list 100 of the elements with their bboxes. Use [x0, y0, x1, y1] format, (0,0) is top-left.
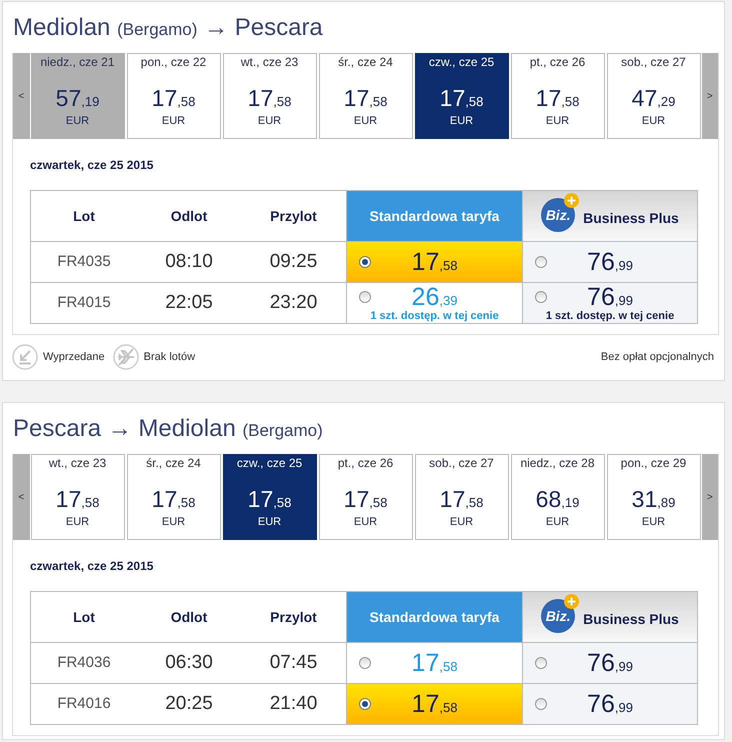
flight-number: FR4016	[57, 694, 111, 714]
legend-label: Wyprzedane	[43, 350, 105, 364]
currency-label: EUR	[354, 515, 378, 529]
currency-label: EUR	[354, 114, 378, 128]
column-header: Przylot	[270, 206, 317, 226]
radio-button[interactable]	[359, 698, 371, 710]
radio-button[interactable]	[535, 657, 547, 669]
departure-time: 22:05	[165, 290, 213, 315]
day-label: wt., cze 23	[240, 54, 298, 70]
fee-note: Bez opłat opcjonalnych	[600, 350, 714, 364]
day-price: 17,58	[344, 85, 388, 111]
day-label: czw., cze 25	[236, 455, 302, 471]
currency-label: EUR	[546, 114, 570, 128]
day-price: 68,19	[536, 486, 580, 512]
day-price: 17,58	[248, 486, 292, 512]
arrival-time: 07:45	[270, 650, 318, 675]
departure-time: 06:30	[165, 650, 213, 675]
column-header: Odlot	[170, 608, 208, 626]
date-tile[interactable]: wt., cze 23 17,58 EUR	[30, 454, 124, 540]
crossed-plane-icon	[112, 344, 139, 370]
departure-time: 20:25	[165, 692, 213, 716]
day-price: 17,58	[536, 85, 580, 111]
fare-class-label: Business Plus	[583, 208, 679, 228]
radio-button[interactable]	[359, 256, 371, 268]
previous-dates-button[interactable]: <	[13, 454, 30, 540]
fare-price: 17,58	[412, 249, 458, 275]
currency-label: EUR	[162, 515, 186, 529]
previous-dates-button[interactable]: <	[13, 53, 30, 139]
currency-label: EUR	[642, 114, 666, 128]
fare-option[interactable]: 76,99	[522, 241, 697, 282]
day-price: 17,58	[248, 85, 292, 111]
legend-label: Brak lotów	[144, 350, 196, 364]
fare-option[interactable]: 17,58	[346, 683, 522, 724]
day-label: niedz., cze 21	[40, 54, 115, 70]
business-fare-header[interactable]: Biz. Business Plus	[522, 191, 697, 241]
date-tile[interactable]: pon., cze 29 31,89 EUR	[606, 454, 700, 540]
day-label: sob., cze 27	[621, 54, 686, 70]
day-price: 17,58	[152, 486, 196, 512]
currency-label: EUR	[258, 114, 282, 128]
radio-button[interactable]	[535, 290, 547, 302]
day-label: pt., cze 26	[530, 54, 586, 70]
day-price: 17,58	[344, 486, 388, 512]
radio-button[interactable]	[359, 657, 371, 669]
fare-price: 76,99	[587, 691, 633, 717]
day-price: 17,58	[56, 486, 100, 512]
fare-option[interactable]: 76,99 1 szt. dostęp. w tej cenie	[522, 282, 697, 323]
availability-note: 1 szt. dostęp. w tej cenie	[544, 310, 676, 322]
date-tile[interactable]: śr., cze 24 17,58 EUR	[318, 53, 412, 139]
next-dates-button[interactable]: >	[702, 454, 718, 540]
day-label: pon., cze 22	[140, 54, 206, 70]
day-label: pon., cze 29	[620, 455, 686, 471]
column-header: Przylot	[270, 608, 317, 627]
column-header: Lot	[73, 608, 95, 626]
day-label: sob., cze 27	[429, 455, 494, 471]
date-tile[interactable]: pon., cze 22 17,58 EUR	[126, 53, 220, 139]
fare-option[interactable]: 76,99	[522, 683, 697, 724]
currency-label: EUR	[258, 515, 282, 529]
route-title: Pescara → Mediolan (Bergamo)	[13, 414, 324, 444]
currency-label: EUR	[546, 515, 570, 529]
date-tile[interactable]: czw., cze 25 17,58 EUR	[414, 53, 508, 139]
flight-number: FR4036	[57, 652, 111, 673]
radio-button[interactable]	[535, 256, 547, 268]
fare-option[interactable]: 76,99	[522, 642, 697, 683]
radio-button[interactable]	[535, 698, 547, 710]
business-fare-header[interactable]: Biz. Business Plus	[522, 592, 697, 642]
selected-date-heading: czwartek, cze 25 2015	[30, 559, 154, 573]
day-price: 17,58	[440, 486, 484, 512]
date-tile[interactable]: sob., cze 27 47,29 EUR	[606, 53, 700, 139]
biz-logo: Biz.	[541, 599, 576, 633]
date-tile[interactable]: wt., cze 23 17,58 EUR	[222, 53, 316, 139]
flight-number: FR4035	[57, 252, 111, 272]
day-label: wt., cze 23	[48, 455, 106, 471]
day-label: pt., cze 26	[338, 455, 394, 471]
day-label: śr., cze 24	[146, 455, 201, 471]
radio-button[interactable]	[359, 290, 371, 302]
day-label: niedz., cze 28	[520, 455, 595, 471]
fare-price: 17,58	[412, 650, 458, 676]
day-price: 17,58	[440, 85, 484, 111]
departure-time: 08:10	[165, 250, 213, 274]
date-tile[interactable]: pt., cze 26 17,58 EUR	[318, 454, 412, 540]
route-title: Mediolan (Bergamo) → Pescara	[13, 13, 324, 43]
date-tile[interactable]: sob., cze 27 17,58 EUR	[414, 454, 508, 540]
fare-price: 76,99	[587, 249, 633, 275]
fare-price: 76,99	[587, 650, 633, 676]
biz-logo: Biz.	[541, 198, 576, 232]
currency-label: EUR	[162, 114, 186, 128]
fare-option[interactable]: 17,58	[346, 241, 522, 282]
column-header: Odlot	[170, 206, 208, 226]
fare-price: 76,99	[587, 284, 633, 310]
day-price: 17,58	[152, 85, 196, 111]
date-tile[interactable]: pt., cze 26 17,58 EUR	[510, 53, 604, 139]
date-tile[interactable]: niedz., cze 28 68,19 EUR	[510, 454, 604, 540]
currency-label: EUR	[642, 515, 666, 529]
date-tile[interactable]: śr., cze 24 17,58 EUR	[126, 454, 220, 540]
day-label: czw., cze 25	[428, 54, 494, 70]
day-price: 31,89	[632, 486, 676, 512]
next-dates-button[interactable]: >	[702, 53, 718, 139]
day-label: śr., cze 24	[338, 54, 393, 70]
column-header: Lot	[73, 206, 95, 226]
date-tile[interactable]: czw., cze 25 17,58 EUR	[222, 454, 316, 540]
